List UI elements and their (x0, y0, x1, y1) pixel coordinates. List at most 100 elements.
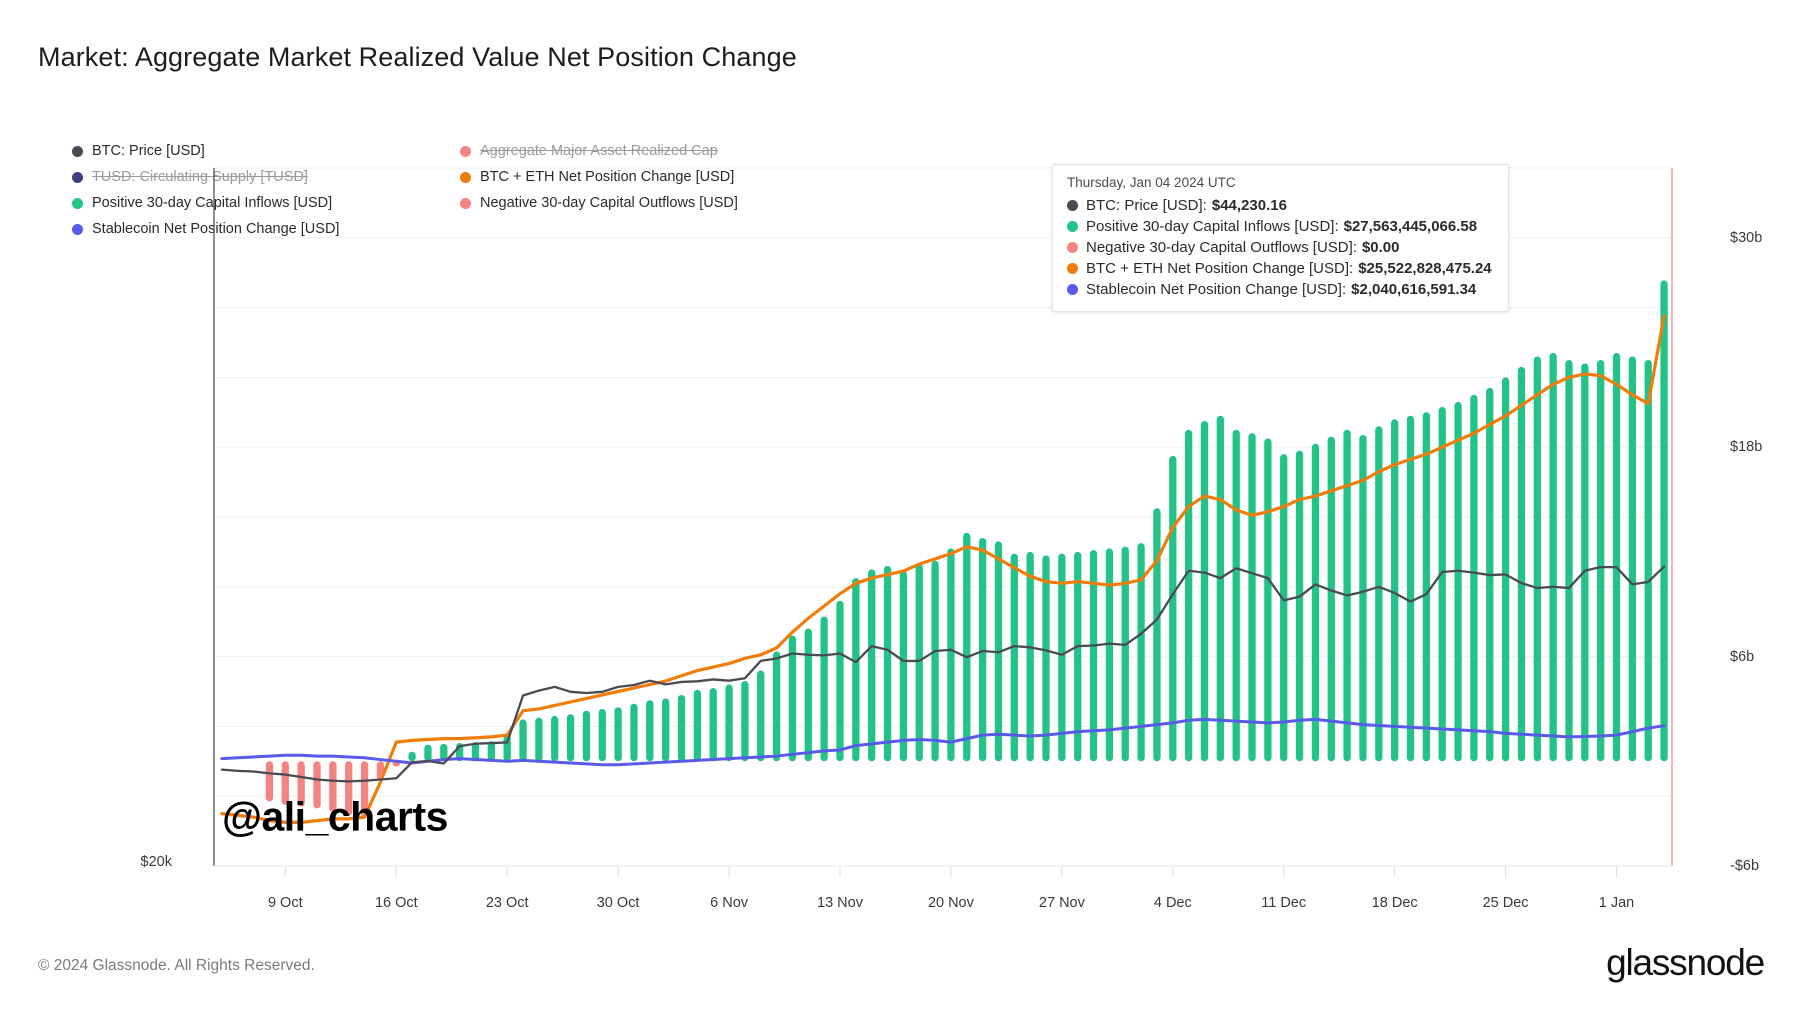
x-axis-tick: 4 Dec (1153, 895, 1192, 911)
chart-bar (947, 548, 955, 762)
chart-bar (519, 719, 527, 762)
chart-bar (1295, 450, 1304, 762)
chart-bar (757, 670, 765, 762)
chart-bar (1612, 352, 1621, 762)
x-axis-tick: 18 Dec (1371, 895, 1418, 911)
tooltip-color-dot-icon (1067, 284, 1078, 295)
chart-bar (1042, 555, 1050, 762)
legend-item[interactable]: TUSD: Circulating Supply [TUSD] (72, 164, 339, 190)
chart-bar (329, 761, 337, 812)
tooltip-row: Positive 30-day Capital Inflows [USD]: $2… (1067, 216, 1492, 237)
chart-bar (1327, 436, 1335, 762)
chart-bar (1454, 401, 1462, 762)
chart-bar (281, 761, 289, 805)
chart-bar (1406, 415, 1415, 762)
tooltip-series-value: $25,522,828,475.24 (1358, 260, 1492, 277)
chart-bar (1501, 377, 1510, 762)
tooltip-series-value: $27,563,445,066.58 (1343, 218, 1478, 235)
chart-bar (1549, 352, 1557, 762)
chart-bar (503, 735, 511, 762)
x-axis-tick: 20 Nov (927, 895, 974, 911)
y-axis-right-tick: $30b (1730, 229, 1763, 246)
legend-item-label: Aggregate Major Asset Realized Cap (480, 142, 718, 159)
chart-bar (1121, 546, 1129, 762)
watermark: @ali_charts (222, 793, 448, 840)
y-axis-right-tick: -$6b (1730, 858, 1760, 874)
x-axis-tick: 9 Oct (267, 895, 303, 911)
chart-bar (1026, 551, 1034, 762)
chart-bar (1169, 455, 1177, 762)
chart-bar (1248, 433, 1256, 762)
chart-bar (1375, 426, 1383, 762)
chart-bar (804, 628, 812, 762)
glassnode-logo: glassnode (1606, 942, 1765, 983)
chart-bar (1058, 553, 1066, 762)
tooltip-color-dot-icon (1067, 263, 1078, 274)
chart-bar (1660, 280, 1668, 762)
y-axis-left-tick: $20k (140, 854, 172, 870)
x-axis-tick: 1 Jan (1598, 895, 1635, 911)
legend-column-left: BTC: Price [USD] TUSD: Circulating Supply… (72, 138, 339, 242)
chart-bar (614, 707, 622, 762)
chart-bar (566, 714, 575, 762)
chart-bar (1280, 454, 1288, 762)
legend-item[interactable]: Stablecoin Net Position Change [USD] (72, 216, 339, 242)
tooltip-date: Thursday, Jan 04 2024 UTC (1067, 175, 1236, 190)
y-axis-right-tick: $18b (1730, 439, 1763, 456)
legend-item[interactable]: BTC + ETH Net Position Change [USD] (460, 164, 738, 190)
chart-bar (662, 698, 670, 762)
chart-lines (220, 314, 1666, 824)
chart-bar (820, 616, 828, 762)
chart-bar (1422, 412, 1430, 762)
chart-bar (551, 715, 559, 762)
chart-bar (1074, 551, 1082, 762)
chart-bar (994, 541, 1003, 762)
legend-item[interactable]: Negative 30-day Capital Outflows [USD] (460, 190, 738, 216)
chart-bar (360, 761, 369, 818)
chart-tooltip: Thursday, Jan 04 2024 UTC BTC: Price [US… (1052, 164, 1509, 312)
legend-item-label: BTC + ETH Net Position Change [USD] (480, 168, 735, 185)
legend-item-label: BTC: Price [USD] (92, 142, 205, 159)
x-axis-tick: 13 Nov (817, 895, 863, 911)
legend-color-dot-icon (72, 223, 83, 235)
chart-bar (582, 710, 591, 762)
chart-bar (1359, 434, 1367, 762)
legend-item[interactable]: Aggregate Major Asset Realized Cap (460, 138, 738, 164)
chart-bar (741, 681, 749, 762)
legend-item[interactable]: BTC: Price [USD] (72, 138, 339, 164)
chart-bar (630, 703, 638, 762)
chart-bar (440, 743, 448, 762)
chart-bar (646, 700, 654, 762)
chart-bar (1391, 419, 1399, 762)
chart-bar (345, 761, 353, 816)
chart-bar (709, 688, 717, 762)
legend-color-dot-icon (460, 171, 471, 183)
legend-color-dot-icon (460, 197, 471, 209)
chart-bar (868, 569, 876, 762)
legend-color-dot-icon (72, 197, 83, 209)
tooltip-color-dot-icon (1067, 221, 1078, 232)
chart-bar (677, 694, 686, 762)
chart-bar (978, 537, 987, 762)
x-axis-tick: 25 Dec (1482, 895, 1529, 911)
x-axis-tick: 27 Nov (1038, 895, 1085, 911)
chart-bar (1185, 429, 1193, 762)
chart-bar (376, 761, 385, 781)
legend-color-dot-icon (72, 171, 83, 183)
chart-bar (725, 684, 733, 762)
legend-item-label: Negative 30-day Capital Outflows [USD] (480, 194, 738, 211)
chart-bar (899, 571, 908, 762)
page-title: Market: Aggregate Market Realized Value … (38, 42, 797, 72)
copyright-text: © 2024 Glassnode. All Rights Reserved. (38, 957, 315, 974)
chart-bar (392, 761, 400, 767)
chart-bar (1010, 553, 1018, 762)
chart-bar (963, 532, 971, 762)
chart-line (220, 565, 1666, 783)
chart-bar (471, 742, 480, 762)
chart-bar (408, 751, 416, 762)
tooltip-rows: BTC: Price [USD]: $44,230.16 Positive 30-d… (1067, 195, 1492, 300)
chart-bar (836, 600, 844, 762)
legend-item[interactable]: Positive 30-day Capital Inflows [USD] (72, 190, 339, 216)
tooltip-series-value: $0.00 (1361, 239, 1400, 256)
chart-bar (1216, 415, 1224, 762)
